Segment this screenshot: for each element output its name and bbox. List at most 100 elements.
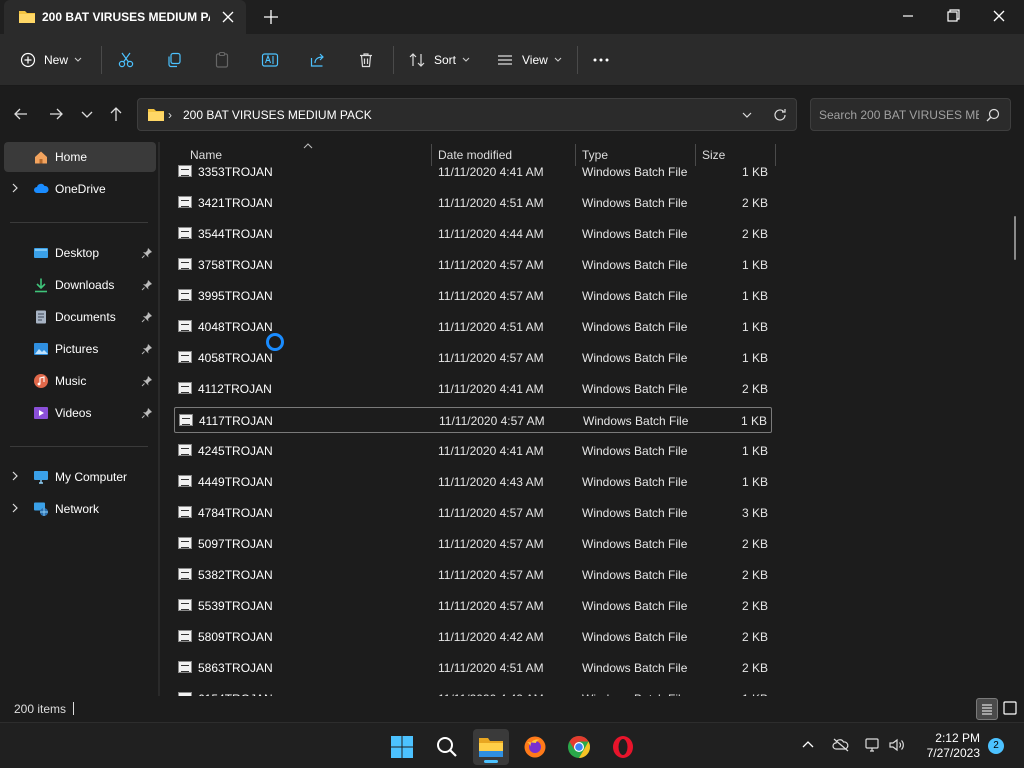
pin-icon[interactable] [141, 311, 153, 323]
file-row[interactable]: 4245TROJAN 11/11/2020 4:41 AM Windows Batc… [174, 438, 772, 464]
column-header-size[interactable]: Size [702, 148, 725, 162]
recent-locations-icon[interactable] [77, 104, 97, 124]
file-row[interactable]: 4048TROJAN 11/11/2020 4:51 AM Windows Batc… [174, 314, 772, 340]
sidebar-item-my-computer[interactable]: My Computer [4, 462, 156, 492]
column-header-type[interactable]: Type [582, 148, 608, 162]
pin-icon[interactable] [141, 375, 153, 387]
taskbar-firefox[interactable] [517, 729, 553, 765]
file-row[interactable]: 5097TROJAN 11/11/2020 4:57 AM Windows Batc… [174, 531, 772, 557]
file-row[interactable]: 3758TROJAN 11/11/2020 4:57 AM Windows Batc… [174, 252, 772, 278]
column-header-date[interactable]: Date modified [438, 148, 512, 162]
file-row[interactable]: 3995TROJAN 11/11/2020 4:57 AM Windows Batc… [174, 283, 772, 309]
new-tab-icon[interactable] [262, 8, 280, 26]
file-name: 4048TROJAN [198, 320, 273, 334]
file-row[interactable]: 5382TROJAN 11/11/2020 4:57 AM Windows Batc… [174, 562, 772, 588]
search-box[interactable] [810, 98, 1011, 131]
file-row[interactable]: 4784TROJAN 11/11/2020 4:57 AM Windows Batc… [174, 500, 772, 526]
chevron-right-icon[interactable] [11, 183, 19, 193]
column-divider[interactable] [695, 144, 696, 166]
file-row[interactable]: 4058TROJAN 11/11/2020 4:57 AM Windows Batc… [174, 345, 772, 371]
file-size: 1 KB [741, 320, 768, 334]
column-header-name[interactable]: Name [190, 148, 222, 162]
file-name: 3758TROJAN [198, 258, 273, 272]
file-row[interactable]: 5539TROJAN 11/11/2020 4:57 AM Windows Batc… [174, 593, 772, 619]
file-row[interactable]: 4112TROJAN 11/11/2020 4:41 AM Windows Batc… [174, 376, 772, 402]
file-row[interactable]: 4449TROJAN 11/11/2020 4:43 AM Windows Batc… [174, 469, 772, 495]
maximize-icon[interactable] [943, 6, 963, 26]
chrome-icon [567, 735, 591, 759]
volume-icon[interactable] [888, 737, 906, 753]
view-button[interactable]: View [496, 48, 562, 72]
column-divider[interactable] [775, 144, 776, 166]
taskbar-search-button[interactable] [429, 729, 465, 765]
sidebar-item-music[interactable]: Music [4, 366, 156, 396]
sidebar-item-documents[interactable]: Documents [4, 302, 156, 332]
up-arrow-icon[interactable] [106, 104, 126, 124]
minimize-icon[interactable] [898, 6, 918, 26]
sidebar-item-label: Network [55, 502, 100, 516]
sort-button[interactable]: Sort [408, 48, 470, 72]
new-button[interactable]: New [20, 48, 82, 72]
explorer-tab[interactable]: 200 BAT VIRUSES MEDIUM PACK [4, 0, 246, 34]
active-app-indicator [484, 760, 498, 763]
pin-icon[interactable] [141, 247, 153, 259]
back-arrow-icon[interactable] [11, 104, 31, 124]
sidebar-item-network[interactable]: Network [4, 494, 156, 524]
address-bar[interactable]: › 200 BAT VIRUSES MEDIUM PACK [137, 98, 797, 131]
close-window-icon[interactable] [989, 6, 1009, 26]
sidebar-item-home[interactable]: Home [4, 142, 156, 172]
cut-button[interactable] [117, 48, 135, 72]
file-row[interactable]: 3544TROJAN 11/11/2020 4:44 AM Windows Batc… [174, 221, 772, 247]
column-divider[interactable] [431, 144, 432, 166]
taskbar-file-explorer[interactable] [473, 729, 509, 765]
sidebar-item-downloads[interactable]: Downloads [4, 270, 156, 300]
system-clock[interactable]: 2:12 PM 7/27/2023 [916, 731, 980, 761]
taskbar-opera[interactable] [605, 729, 641, 765]
sidebar-item-onedrive[interactable]: OneDrive [4, 174, 156, 204]
details-view-button[interactable] [976, 698, 998, 720]
column-divider[interactable] [575, 144, 576, 166]
batch-file-icon [178, 289, 192, 301]
close-tab-icon[interactable] [220, 9, 236, 25]
file-type: Windows Batch File [582, 227, 688, 241]
chevron-right-icon[interactable] [11, 503, 19, 513]
sidebar-item-pictures[interactable]: Pictures [4, 334, 156, 364]
chevron-right-icon[interactable] [11, 471, 19, 481]
sidebar-item-videos[interactable]: Videos [4, 398, 156, 428]
notification-badge[interactable]: 2 [988, 738, 1004, 754]
share-button[interactable] [309, 48, 327, 72]
pin-icon[interactable] [141, 279, 153, 291]
sort-icon [408, 51, 426, 69]
file-date-modified: 11/11/2020 4:43 AM [438, 475, 544, 489]
tiles-view-button[interactable] [1000, 698, 1022, 720]
breadcrumb-path[interactable]: 200 BAT VIRUSES MEDIUM PACK [183, 108, 372, 122]
delete-button[interactable] [357, 48, 375, 72]
network-status-icon[interactable] [864, 737, 882, 753]
paste-button[interactable] [213, 48, 231, 72]
batch-file-icon [178, 506, 192, 518]
sidebar-item-desktop[interactable]: Desktop [4, 238, 156, 268]
refresh-icon[interactable] [772, 107, 788, 123]
rename-button[interactable] [261, 48, 279, 72]
forward-arrow-icon[interactable] [46, 104, 66, 124]
show-hidden-icons-icon[interactable] [800, 737, 816, 753]
file-size: 2 KB [741, 196, 768, 210]
file-row[interactable]: 3421TROJAN 11/11/2020 4:51 AM Windows Batc… [174, 190, 772, 216]
taskbar-chrome[interactable] [561, 729, 597, 765]
address-dropdown-icon[interactable] [740, 108, 754, 122]
search-input[interactable] [819, 107, 979, 123]
copy-button[interactable] [165, 48, 183, 72]
search-icon[interactable] [985, 107, 1001, 123]
onedrive-status-icon[interactable] [832, 737, 850, 753]
file-row[interactable]: 6154TROJAN11/11/2020 4:42 AMWindows Batc… [174, 686, 772, 696]
file-row[interactable]: 5809TROJAN 11/11/2020 4:42 AM Windows Batc… [174, 624, 772, 650]
file-row[interactable]: 5863TROJAN 11/11/2020 4:51 AM Windows Batc… [174, 655, 772, 681]
pin-icon[interactable] [141, 407, 153, 419]
vertical-scrollbar[interactable] [1014, 216, 1016, 260]
file-size: 2 KB [741, 630, 768, 644]
pin-icon[interactable] [141, 343, 153, 355]
cloud-icon [33, 181, 49, 197]
file-row[interactable]: 4117TROJAN 11/11/2020 4:57 AM Windows Batc… [174, 407, 772, 433]
start-button[interactable] [384, 729, 420, 765]
more-options-button[interactable] [592, 48, 610, 72]
